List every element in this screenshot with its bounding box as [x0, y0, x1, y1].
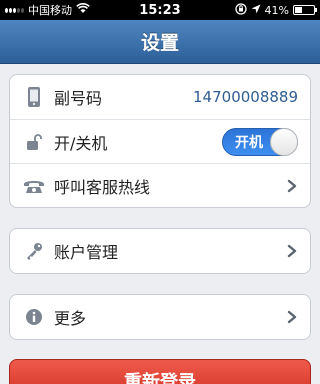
relogin-button[interactable]: 重新登录 [9, 359, 311, 384]
more-label: 更多 [54, 309, 87, 328]
battery-icon [293, 5, 317, 15]
page-title: 设置 [140, 32, 179, 54]
status-time: 15:23 [139, 2, 181, 18]
call-hotline-label: 呼叫客服热线 [54, 177, 151, 197]
rotation-lock-icon [234, 2, 247, 18]
toggle-knob[interactable] [270, 127, 298, 156]
power-toggle-label: 开机 [235, 134, 263, 151]
info-icon [22, 305, 46, 329]
chevron-right-icon [287, 244, 297, 258]
secondary-number-value: 14700008889 [193, 88, 298, 106]
battery-percent: 41% [264, 3, 289, 17]
wifi-icon [76, 3, 90, 17]
nav-bar: 设置 [0, 20, 320, 64]
signal-icon [5, 7, 24, 13]
status-right: 41% [205, 2, 317, 18]
carrier-label: 中国移动 [28, 4, 72, 17]
relogin-button-label: 重新登录 [124, 372, 196, 384]
power-toggle[interactable]: 开机 [222, 127, 298, 156]
row-call-hotline[interactable]: 呼叫客服热线 [10, 163, 310, 207]
account-management-label: 账户管理 [54, 243, 119, 262]
row-more[interactable]: 更多 [10, 295, 310, 339]
secondary-number-label: 副号码 [54, 89, 103, 108]
chevron-right-icon [287, 310, 297, 324]
status-left: 中国移动 [5, 2, 115, 18]
settings-group-main: 副号码 14700008889 开/关机 开机 呼叫客服热线 [9, 74, 311, 208]
row-account-management[interactable]: 账户管理 [10, 229, 310, 273]
power-label: 开/关机 [54, 133, 108, 153]
phone-icon [22, 85, 46, 109]
location-icon [251, 4, 261, 17]
unlock-icon [22, 130, 46, 154]
row-power: 开/关机 开机 [10, 119, 310, 163]
battery-fill [295, 7, 303, 13]
status-bar: 中国移动 15:23 41% [0, 0, 320, 20]
settings-group-more: 更多 [9, 294, 311, 340]
key-icon [22, 239, 46, 263]
settings-group-account: 账户管理 [9, 228, 311, 274]
chevron-right-icon [287, 179, 297, 192]
row-secondary-number[interactable]: 副号码 14700008889 [10, 75, 310, 119]
telephone-icon [22, 174, 46, 198]
